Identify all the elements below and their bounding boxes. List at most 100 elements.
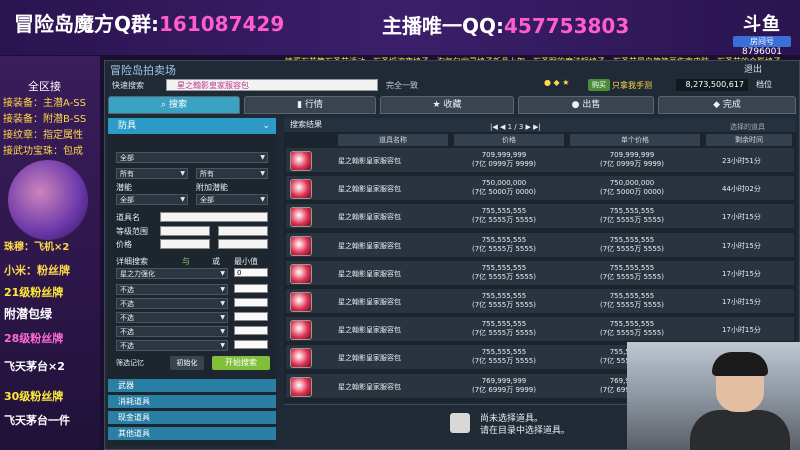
table-row[interactable]: 星之翰影皇家服容包 755,555,555(7亿 5555万 5555) 755,5… [286,232,794,259]
gift-line: 飞天茅台一件 [4,414,70,427]
level-max-input[interactable] [218,226,268,236]
row-unit-price: 755,555,555(7亿 5555万 5555) [600,235,664,253]
star-force-dropdown[interactable]: 星之力强化 ▼ [116,268,228,279]
host-label: 主播唯一QQ: [382,14,505,38]
quick-search-label: 快速搜索 [112,81,144,90]
row-item-name: 星之翰影皇家服容包 [338,213,401,222]
gift-line: 飞天茅台×2 [4,360,65,373]
row-item-name: 星之翰影皇家服容包 [338,354,401,363]
class-dropdown[interactable]: 所有 ▼ [196,168,268,179]
category-cash[interactable]: 现金道具 [108,410,276,424]
tab-market[interactable]: ▮ 行情 [244,96,376,114]
option-value-input[interactable] [234,326,268,335]
results-header: 搜索结果 |◀ ◀ 1 / 3 ▶ ▶| 选择的道具 [284,118,796,132]
tab-complete[interactable]: ◆ 完成 [658,96,796,114]
level-min-input[interactable] [160,226,210,236]
option-dropdown[interactable]: 不选 ▼ [116,298,228,309]
quick-search-row: 快速搜索 星之翰影皇家服容包 完全一致 ● ◆ ★ 购买 只拿我手测 8,273… [108,78,798,94]
main-tabs: ⌕ 搜索 ▮ 行情 ★ 收藏 ● 出售 ◆ 完成 [108,96,798,114]
option-value-input[interactable] [234,340,268,349]
item-bag-icon [290,235,312,256]
coin-icon: ● [571,100,583,110]
extra-potential-label: 附加潜能 [196,183,228,192]
row-time-left: 17小时15分 [722,298,761,306]
quick-search-input[interactable]: 星之翰影皇家服容包 [166,79,378,91]
only-mine-toggle[interactable]: 只拿我手测 [612,80,652,91]
results-title: 搜索结果 [290,120,322,129]
item-bag-icon [290,263,312,284]
table-row[interactable]: 星之翰影皇家服容包 750,000,000 (7亿 5000万 0000) 750,0… [286,176,794,203]
row-price: 755,555,555 (7亿 5555万 5555) [472,348,536,366]
row-time-left: 17小时15分 [722,213,761,222]
option-value-input[interactable] [234,312,268,321]
complete-match-checkbox[interactable]: 完全一致 [386,80,418,91]
option-value-input[interactable] [234,298,268,307]
row-item-name: 星之翰影皇家服容包 [338,185,401,194]
row-item-name: 星之翰影皇家服容包 [338,157,401,165]
potential-dropdown[interactable]: 全部 ▼ [116,194,188,205]
row-price: 755,555,555 (7亿 5555万 5555) [472,320,536,338]
first-page-icon[interactable]: |◀ ◀ [490,123,508,131]
next-page-icon[interactable]: ▶ ▶| [526,123,541,131]
lock-icon [450,413,470,433]
server-title: 全区接 [28,80,61,93]
row-item-name: 星之翰影皇家服容包 [338,269,401,278]
row-unit-price: 755,555,555(7亿 5555万 5555) [600,292,664,309]
option-dropdown[interactable]: 不选 ▼ [116,284,228,295]
window-title: 冒险岛拍卖场 [110,64,176,77]
table-row[interactable]: 星之翰影皇家服容包 755,555,555(7亿 5555万 5555) 755,5… [286,289,794,315]
extra-potential-dropdown[interactable]: 全部 ▼ [196,194,268,205]
row-unit-price: 709,999,999 (7亿 0999万 9999) [600,151,664,168]
type-dropdown[interactable]: 全部 ▼ [116,152,268,163]
overlay-line: 接装备：附潜B-SS [3,114,87,125]
gift-line: 附潜包绿 [4,307,53,321]
table-row[interactable]: 星之翰影皇家服容包 755,555,555(7亿 5555万 5555) 755,5… [286,204,794,231]
exit-button[interactable]: 退出 [744,62,762,75]
column-time-left[interactable]: 剩余时间 [706,134,792,146]
start-search-button[interactable]: 开始搜索 [212,356,270,370]
coin-icons: ● ◆ ★ [544,78,570,87]
star-force-value-input[interactable]: 0 [234,268,268,277]
option-value-input[interactable] [234,284,268,293]
category-dropdown[interactable]: 防具 ⌄ [108,118,276,134]
table-row[interactable]: 星之翰影皇家服容包 755,555,555(7亿 5555万 5555) 755,5… [286,317,794,344]
column-item-name[interactable]: 道具名称 [338,134,448,146]
option-dropdown[interactable]: 不选 ▼ [116,326,228,337]
column-price[interactable]: 价格 [454,134,564,146]
price-min-input[interactable] [160,239,210,249]
stream-banner: 冒险岛魔方Q群:161087429 主播唯一QQ:457753803 斗鱼 房间… [0,0,800,57]
column-unit-price[interactable]: 单个价格 [570,134,700,146]
item-bag-icon [290,151,312,171]
category-etc[interactable]: 其他道具 [108,426,276,440]
tab-search[interactable]: ⌕ 搜索 [108,96,240,114]
selected-items-toggle[interactable]: 选择的道具 [730,120,765,134]
or-option[interactable]: 或 [212,256,220,267]
gift-line: 30级粉丝牌 [4,390,64,403]
category-consumable[interactable]: 消耗道具 [108,394,276,408]
and-option[interactable]: 与 [182,256,190,267]
row-unit-price: 755,555,555(7亿 5555万 5555) [600,263,664,281]
room-badge: 斗鱼 房间号 8796001 [733,10,791,57]
table-row[interactable]: 星之翰影皇家服容包 709,999,999 (7亿 0999万 9999) 709,9… [286,148,794,174]
meso-balance: 8,273,500,617 [676,79,748,91]
option-dropdown[interactable]: 不选 ▼ [116,312,228,323]
row-unit-price: 755,555,555(7亿 5555万 5555) [600,207,664,225]
option-dropdown[interactable]: 不选 ▼ [116,340,228,351]
tab-favorites[interactable]: ★ 收藏 [380,96,514,114]
sort-dropdown[interactable]: 档位 [756,79,772,90]
gift-line: 小米：粉丝牌 [4,264,70,277]
row-time-left: 17小时15分 [722,326,761,335]
tab-sell[interactable]: ● 出售 [518,96,654,114]
streamer-avatar-art [8,160,88,240]
buy-button[interactable]: 购买 [588,79,610,91]
douyu-logo: 斗鱼 [743,14,781,35]
reset-button[interactable]: 初始化 [170,356,204,370]
item-bag-icon [290,207,312,228]
category-weapon[interactable]: 武器 [108,378,276,392]
filter-memory-checkbox[interactable]: 筛选记忆 [116,358,144,368]
price-max-input[interactable] [218,239,268,249]
item-name-input[interactable] [160,212,268,222]
sub-type-dropdown[interactable]: 所有 ▼ [116,168,188,179]
empty-line-2: 请在目录中选择道具。 [480,426,571,436]
table-row[interactable]: 星之翰影皇家服容包 755,555,555(7亿 5555万 5555) 755,5… [286,260,794,287]
